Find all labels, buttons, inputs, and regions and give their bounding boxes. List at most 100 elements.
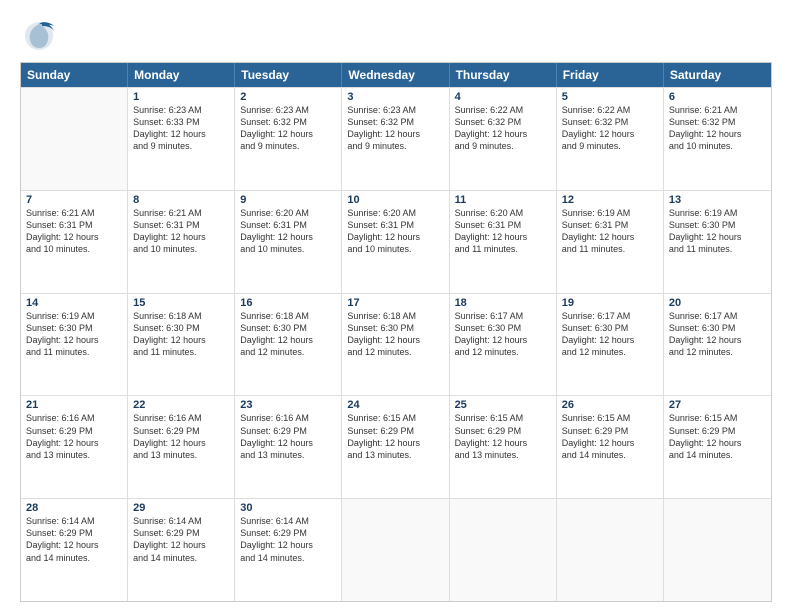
day-cell-4: 4Sunrise: 6:22 AM Sunset: 6:32 PM Daylig… <box>450 88 557 190</box>
day-info-27: Sunrise: 6:15 AM Sunset: 6:29 PM Dayligh… <box>669 412 766 461</box>
day-number-16: 16 <box>240 297 336 309</box>
day-number-23: 23 <box>240 399 336 411</box>
day-cell-17: 17Sunrise: 6:18 AM Sunset: 6:30 PM Dayli… <box>342 294 449 396</box>
day-cell-21: 21Sunrise: 6:16 AM Sunset: 6:29 PM Dayli… <box>21 396 128 498</box>
calendar-body: 1Sunrise: 6:23 AM Sunset: 6:33 PM Daylig… <box>21 87 771 601</box>
day-info-14: Sunrise: 6:19 AM Sunset: 6:30 PM Dayligh… <box>26 310 122 359</box>
day-number-7: 7 <box>26 194 122 206</box>
day-info-11: Sunrise: 6:20 AM Sunset: 6:31 PM Dayligh… <box>455 207 551 256</box>
day-cell-30: 30Sunrise: 6:14 AM Sunset: 6:29 PM Dayli… <box>235 499 342 601</box>
week-row-2: 7Sunrise: 6:21 AM Sunset: 6:31 PM Daylig… <box>21 190 771 293</box>
day-info-16: Sunrise: 6:18 AM Sunset: 6:30 PM Dayligh… <box>240 310 336 359</box>
header-monday: Monday <box>128 63 235 87</box>
day-info-25: Sunrise: 6:15 AM Sunset: 6:29 PM Dayligh… <box>455 412 551 461</box>
day-cell-27: 27Sunrise: 6:15 AM Sunset: 6:29 PM Dayli… <box>664 396 771 498</box>
day-info-30: Sunrise: 6:14 AM Sunset: 6:29 PM Dayligh… <box>240 515 336 564</box>
header <box>20 16 772 54</box>
page: Sunday Monday Tuesday Wednesday Thursday… <box>0 0 792 612</box>
empty-cell-w4-d4 <box>450 499 557 601</box>
day-number-20: 20 <box>669 297 766 309</box>
day-number-18: 18 <box>455 297 551 309</box>
day-cell-7: 7Sunrise: 6:21 AM Sunset: 6:31 PM Daylig… <box>21 191 128 293</box>
day-cell-9: 9Sunrise: 6:20 AM Sunset: 6:31 PM Daylig… <box>235 191 342 293</box>
day-info-10: Sunrise: 6:20 AM Sunset: 6:31 PM Dayligh… <box>347 207 443 256</box>
day-number-13: 13 <box>669 194 766 206</box>
day-cell-3: 3Sunrise: 6:23 AM Sunset: 6:32 PM Daylig… <box>342 88 449 190</box>
day-cell-10: 10Sunrise: 6:20 AM Sunset: 6:31 PM Dayli… <box>342 191 449 293</box>
day-number-8: 8 <box>133 194 229 206</box>
day-info-5: Sunrise: 6:22 AM Sunset: 6:32 PM Dayligh… <box>562 104 658 153</box>
day-cell-20: 20Sunrise: 6:17 AM Sunset: 6:30 PM Dayli… <box>664 294 771 396</box>
day-cell-11: 11Sunrise: 6:20 AM Sunset: 6:31 PM Dayli… <box>450 191 557 293</box>
day-number-10: 10 <box>347 194 443 206</box>
day-cell-16: 16Sunrise: 6:18 AM Sunset: 6:30 PM Dayli… <box>235 294 342 396</box>
day-number-30: 30 <box>240 502 336 514</box>
day-cell-18: 18Sunrise: 6:17 AM Sunset: 6:30 PM Dayli… <box>450 294 557 396</box>
day-number-24: 24 <box>347 399 443 411</box>
day-info-21: Sunrise: 6:16 AM Sunset: 6:29 PM Dayligh… <box>26 412 122 461</box>
day-cell-14: 14Sunrise: 6:19 AM Sunset: 6:30 PM Dayli… <box>21 294 128 396</box>
day-info-23: Sunrise: 6:16 AM Sunset: 6:29 PM Dayligh… <box>240 412 336 461</box>
day-number-12: 12 <box>562 194 658 206</box>
day-cell-24: 24Sunrise: 6:15 AM Sunset: 6:29 PM Dayli… <box>342 396 449 498</box>
calendar-header: Sunday Monday Tuesday Wednesday Thursday… <box>21 63 771 87</box>
day-info-2: Sunrise: 6:23 AM Sunset: 6:32 PM Dayligh… <box>240 104 336 153</box>
week-row-5: 28 Sunrise: 6:14 AM Sunset: 6:29 PM Dayli… <box>21 498 771 601</box>
day-cell-1: 1Sunrise: 6:23 AM Sunset: 6:33 PM Daylig… <box>128 88 235 190</box>
week-row-4: 21Sunrise: 6:16 AM Sunset: 6:29 PM Dayli… <box>21 395 771 498</box>
day-number-11: 11 <box>455 194 551 206</box>
day-cell-28: 28Sunrise: 6:14 AM Sunset: 6:29 PM Dayli… <box>21 499 128 601</box>
day-info-29: Sunrise: 6:14 AM Sunset: 6:29 PM Dayligh… <box>133 515 229 564</box>
header-tuesday: Tuesday <box>235 63 342 87</box>
day-info-8: Sunrise: 6:21 AM Sunset: 6:31 PM Dayligh… <box>133 207 229 256</box>
day-number-4: 4 <box>455 91 551 103</box>
day-cell-5: 5Sunrise: 6:22 AM Sunset: 6:32 PM Daylig… <box>557 88 664 190</box>
day-number-9: 9 <box>240 194 336 206</box>
header-friday: Friday <box>557 63 664 87</box>
day-number-2: 2 <box>240 91 336 103</box>
day-info-22: Sunrise: 6:16 AM Sunset: 6:29 PM Dayligh… <box>133 412 229 461</box>
day-info-15: Sunrise: 6:18 AM Sunset: 6:30 PM Dayligh… <box>133 310 229 359</box>
empty-cell-w0-d0 <box>21 88 128 190</box>
header-wednesday: Wednesday <box>342 63 449 87</box>
day-number-25: 25 <box>455 399 551 411</box>
day-info-7: Sunrise: 6:21 AM Sunset: 6:31 PM Dayligh… <box>26 207 122 256</box>
day-number-17: 17 <box>347 297 443 309</box>
day-number-19: 19 <box>562 297 658 309</box>
header-saturday: Saturday <box>664 63 771 87</box>
day-info-24: Sunrise: 6:15 AM Sunset: 6:29 PM Dayligh… <box>347 412 443 461</box>
day-info-12: Sunrise: 6:19 AM Sunset: 6:31 PM Dayligh… <box>562 207 658 256</box>
week-row-3: 14Sunrise: 6:19 AM Sunset: 6:30 PM Dayli… <box>21 293 771 396</box>
day-cell-29: 29Sunrise: 6:14 AM Sunset: 6:29 PM Dayli… <box>128 499 235 601</box>
calendar: Sunday Monday Tuesday Wednesday Thursday… <box>20 62 772 602</box>
day-info-4: Sunrise: 6:22 AM Sunset: 6:32 PM Dayligh… <box>455 104 551 153</box>
header-sunday: Sunday <box>21 63 128 87</box>
day-cell-25: 25Sunrise: 6:15 AM Sunset: 6:29 PM Dayli… <box>450 396 557 498</box>
day-info-18: Sunrise: 6:17 AM Sunset: 6:30 PM Dayligh… <box>455 310 551 359</box>
header-thursday: Thursday <box>450 63 557 87</box>
day-cell-6: 6Sunrise: 6:21 AM Sunset: 6:32 PM Daylig… <box>664 88 771 190</box>
empty-cell-w4-d3 <box>342 499 449 601</box>
week-row-1: 1Sunrise: 6:23 AM Sunset: 6:33 PM Daylig… <box>21 87 771 190</box>
day-info-13: Sunrise: 6:19 AM Sunset: 6:30 PM Dayligh… <box>669 207 766 256</box>
day-cell-2: 2Sunrise: 6:23 AM Sunset: 6:32 PM Daylig… <box>235 88 342 190</box>
day-info-19: Sunrise: 6:17 AM Sunset: 6:30 PM Dayligh… <box>562 310 658 359</box>
day-info-9: Sunrise: 6:20 AM Sunset: 6:31 PM Dayligh… <box>240 207 336 256</box>
generalblue-logo-icon <box>20 16 58 54</box>
day-number-22: 22 <box>133 399 229 411</box>
day-number-26: 26 <box>562 399 658 411</box>
day-cell-23: 23Sunrise: 6:16 AM Sunset: 6:29 PM Dayli… <box>235 396 342 498</box>
empty-cell-w4-d5 <box>557 499 664 601</box>
day-number-6: 6 <box>669 91 766 103</box>
day-cell-8: 8Sunrise: 6:21 AM Sunset: 6:31 PM Daylig… <box>128 191 235 293</box>
day-cell-19: 19Sunrise: 6:17 AM Sunset: 6:30 PM Dayli… <box>557 294 664 396</box>
day-cell-22: 22Sunrise: 6:16 AM Sunset: 6:29 PM Dayli… <box>128 396 235 498</box>
day-number-28: 28 <box>26 502 122 514</box>
day-number-1: 1 <box>133 91 229 103</box>
day-number-29: 29 <box>133 502 229 514</box>
day-info-3: Sunrise: 6:23 AM Sunset: 6:32 PM Dayligh… <box>347 104 443 153</box>
day-cell-13: 13Sunrise: 6:19 AM Sunset: 6:30 PM Dayli… <box>664 191 771 293</box>
logo <box>20 16 62 54</box>
day-number-5: 5 <box>562 91 658 103</box>
day-info-20: Sunrise: 6:17 AM Sunset: 6:30 PM Dayligh… <box>669 310 766 359</box>
